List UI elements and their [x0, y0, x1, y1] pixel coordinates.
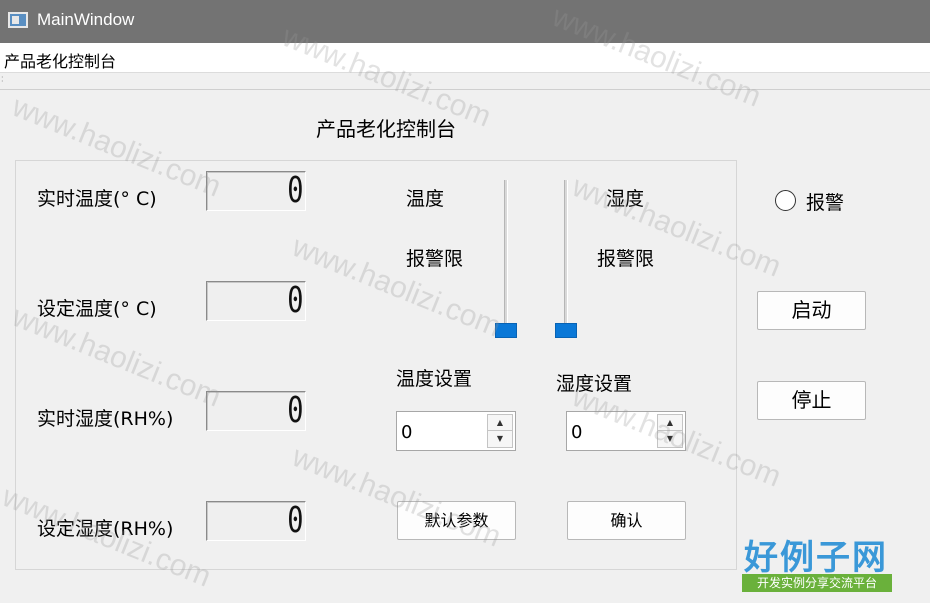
realtime-humidity-label: 实时湿度(RH%): [37, 408, 174, 430]
menu-item-console[interactable]: 产品老化控制台: [4, 48, 116, 72]
humidity-alarm-slider-handle[interactable]: [555, 323, 577, 338]
site-logo: 好例子网 开发实例分享交流平台: [740, 530, 895, 595]
window-icon: [8, 12, 28, 28]
humidity-alarm-label-line2: 报警限: [597, 248, 655, 270]
lcd-digit: 0: [287, 390, 304, 431]
temp-alarm-slider-track[interactable]: [504, 180, 508, 328]
window-title: MainWindow: [37, 10, 135, 29]
spin-down-arrow-icon[interactable]: ▼: [658, 431, 682, 447]
set-humidity-label: 设定湿度(RH%): [37, 518, 174, 540]
logo-sub-text: 开发实例分享交流平台: [742, 574, 892, 592]
title-bar: MainWindow: [0, 0, 930, 43]
temp-alarm-slider-handle[interactable]: [495, 323, 517, 338]
set-humidity-lcd: 0: [206, 501, 306, 541]
temp-alarm-label-line2: 报警限: [406, 248, 464, 270]
realtime-temp-lcd: 0: [206, 171, 306, 211]
spinbox-buttons: ▲ ▼: [487, 414, 513, 448]
temp-setting-spinbox[interactable]: 0 ▲ ▼: [396, 411, 516, 451]
default-params-button[interactable]: 默认参数: [397, 501, 516, 540]
lcd-digit: 0: [287, 500, 304, 541]
realtime-temp-label: 实时温度(° C): [37, 188, 157, 210]
lcd-digit: 0: [287, 280, 304, 321]
menu-bar: 产品老化控制台: [0, 43, 930, 73]
toolbar-strip: · ·: [0, 74, 930, 90]
humidity-setting-spinbox[interactable]: 0 ▲ ▼: [566, 411, 686, 451]
alarm-radio[interactable]: [775, 190, 796, 211]
realtime-humidity-lcd: 0: [206, 391, 306, 431]
confirm-button[interactable]: 确认: [567, 501, 686, 540]
spin-up-arrow-icon[interactable]: ▲: [658, 415, 682, 431]
set-temp-label: 设定温度(° C): [37, 298, 157, 320]
logo-main-text: 好例子网: [744, 538, 888, 578]
toolbar-grip-icon[interactable]: · ·: [1, 74, 4, 86]
alarm-label: 报警: [806, 192, 845, 214]
spinbox-buttons: ▲ ▼: [657, 414, 683, 448]
spin-down-arrow-icon[interactable]: ▼: [488, 431, 512, 447]
spin-up-arrow-icon[interactable]: ▲: [488, 415, 512, 431]
spinbox-value[interactable]: 0: [571, 422, 582, 443]
lcd-digit: 0: [287, 170, 304, 211]
temp-setting-label: 温度设置: [396, 368, 473, 390]
set-temp-lcd: 0: [206, 281, 306, 321]
humidity-alarm-label-line1: 湿度: [606, 188, 645, 210]
humidity-alarm-slider-track[interactable]: [564, 180, 568, 328]
page-title: 产品老化控制台: [316, 117, 456, 141]
start-button[interactable]: 启动: [757, 291, 866, 330]
stop-button[interactable]: 停止: [757, 381, 866, 420]
spinbox-value[interactable]: 0: [401, 422, 412, 443]
humidity-setting-label: 湿度设置: [556, 373, 633, 395]
temp-alarm-label-line1: 温度: [406, 188, 445, 210]
